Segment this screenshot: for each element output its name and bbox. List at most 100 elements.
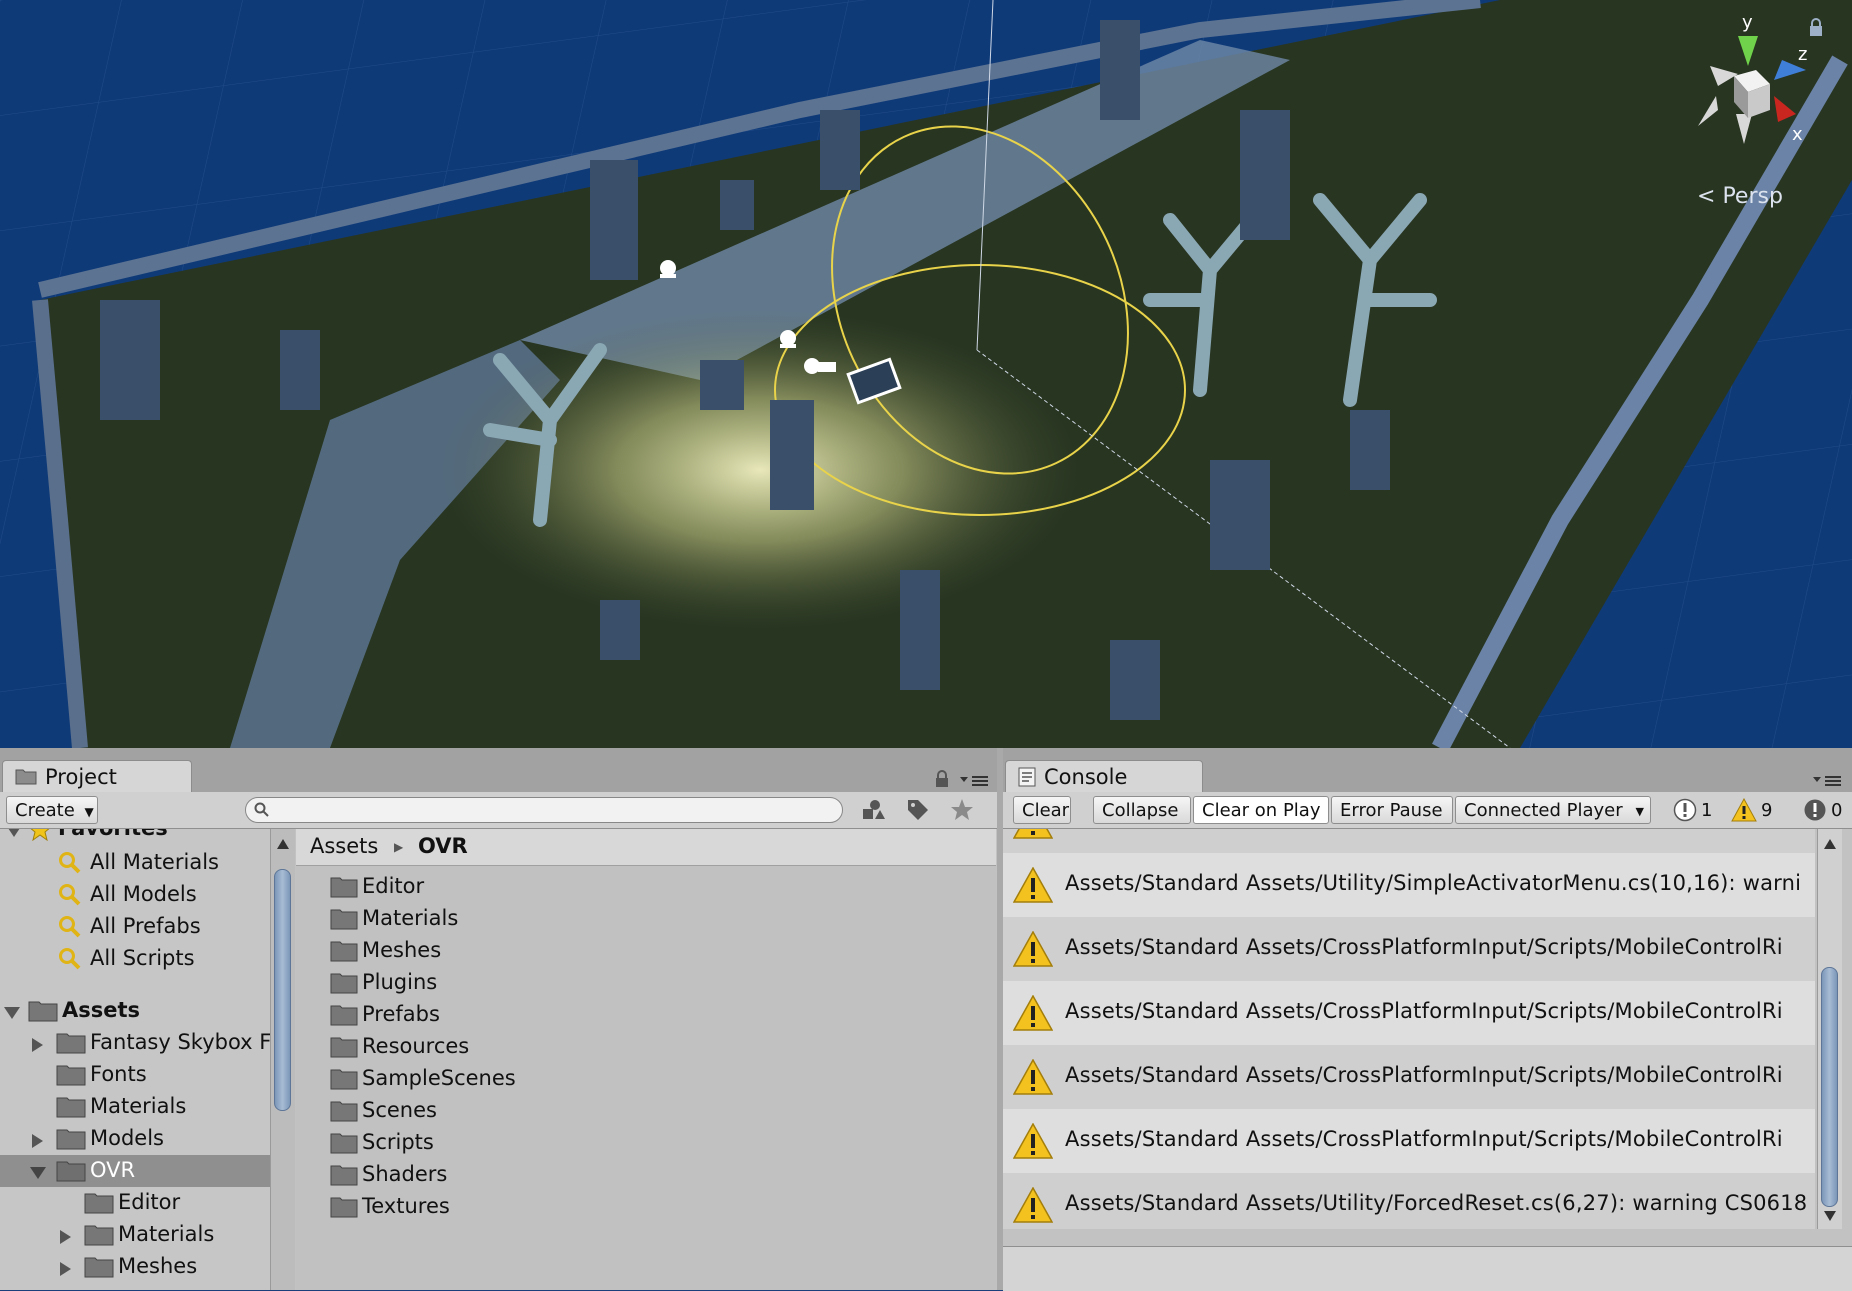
panel-menu-icon[interactable] bbox=[1813, 774, 1843, 788]
tree-item-materials[interactable]: Materials bbox=[0, 1091, 270, 1123]
chevron-down-icon[interactable] bbox=[4, 1007, 20, 1019]
chevron-down-icon[interactable] bbox=[30, 1167, 46, 1179]
chevron-right-icon[interactable] bbox=[60, 1230, 71, 1244]
favorite-item[interactable]: All Scripts bbox=[0, 943, 270, 975]
neg-y-axis-cone[interactable] bbox=[1736, 114, 1752, 144]
star-icon bbox=[30, 829, 50, 841]
lock-icon[interactable] bbox=[934, 770, 950, 788]
search-input[interactable] bbox=[274, 800, 833, 822]
collapse-button[interactable]: Collapse bbox=[1093, 796, 1191, 824]
tab-console-label: Console bbox=[1044, 765, 1128, 789]
neg-z-axis-cone[interactable] bbox=[1710, 66, 1738, 86]
tree-scrollbar[interactable] bbox=[270, 829, 295, 1290]
tree-item-assets[interactable]: Assets bbox=[0, 995, 270, 1027]
tree-item-label: Assets bbox=[62, 998, 141, 1022]
tree-item-ovr-materials[interactable]: Materials bbox=[0, 1219, 270, 1251]
warning-count-toggle[interactable]: 9 bbox=[1731, 796, 1772, 824]
folder-icon bbox=[56, 1097, 86, 1118]
log-entry-partial[interactable] bbox=[1003, 829, 1815, 853]
info-icon bbox=[1673, 798, 1697, 822]
chevron-left-icon: < bbox=[1697, 184, 1716, 209]
folder-icon bbox=[330, 1165, 358, 1186]
warning-icon bbox=[1013, 829, 1053, 839]
tree-item-label: Materials bbox=[118, 1222, 215, 1246]
info-count-toggle[interactable]: 1 bbox=[1673, 796, 1712, 824]
log-entry[interactable]: Assets/Standard Assets/CrossPlatformInpu… bbox=[1003, 917, 1815, 981]
filter-by-type-button[interactable] bbox=[856, 794, 892, 826]
folder-icon bbox=[56, 1161, 86, 1182]
scroll-up-icon[interactable] bbox=[1824, 839, 1836, 849]
tree-item-ovr[interactable]: OVR bbox=[0, 1155, 270, 1187]
folder-icon bbox=[330, 1005, 358, 1026]
scene-viewport[interactable] bbox=[0, 0, 1852, 748]
tag-icon bbox=[908, 800, 928, 820]
lock-icon[interactable] bbox=[1808, 18, 1824, 36]
log-entry[interactable]: Assets/Standard Assets/Utility/SimpleAct… bbox=[1003, 853, 1815, 917]
folder-icon bbox=[56, 1033, 86, 1054]
console-detail-area[interactable] bbox=[1003, 1246, 1852, 1291]
tree-scrollbar-thumb[interactable] bbox=[274, 869, 291, 1111]
create-button[interactable]: Create ▼ bbox=[6, 796, 98, 824]
breadcrumb-separator-icon: ▶ bbox=[394, 840, 404, 854]
project-search[interactable] bbox=[245, 797, 843, 823]
favorite-item[interactable]: All Models bbox=[0, 879, 270, 911]
favorite-item[interactable]: All Prefabs bbox=[0, 911, 270, 943]
tree-item-models[interactable]: Models bbox=[0, 1123, 270, 1155]
neg-x-axis-cone[interactable] bbox=[1698, 96, 1718, 126]
console-scrollbar-thumb[interactable] bbox=[1821, 967, 1838, 1207]
chevron-right-icon[interactable] bbox=[60, 1262, 71, 1276]
panel-menu-icon[interactable] bbox=[960, 774, 990, 788]
scroll-down-icon[interactable] bbox=[1824, 1211, 1836, 1221]
projection-toggle[interactable]: < Persp bbox=[1697, 184, 1783, 209]
chevron-right-icon[interactable] bbox=[32, 1038, 43, 1052]
tree-item-label: Fantasy Skybox F bbox=[90, 1030, 270, 1054]
star-icon bbox=[951, 799, 973, 820]
connected-player-dropdown[interactable]: Connected Player ▼ bbox=[1455, 796, 1651, 824]
clear-button[interactable]: Clear bbox=[1013, 796, 1071, 824]
scene-view[interactable]: y z x < Persp bbox=[0, 0, 1852, 748]
warning-icon bbox=[1013, 931, 1053, 967]
folder-label: Scenes bbox=[362, 1098, 437, 1122]
tree-item-fonts[interactable]: Fonts bbox=[0, 1059, 270, 1091]
folder-icon bbox=[330, 1133, 358, 1154]
log-entry[interactable]: Assets/Standard Assets/CrossPlatformInpu… bbox=[1003, 1045, 1815, 1109]
tree-item-label: Materials bbox=[90, 1094, 187, 1118]
log-entry[interactable]: Assets/Standard Assets/CrossPlatformInpu… bbox=[1003, 981, 1815, 1045]
folder-label: Textures bbox=[362, 1194, 450, 1218]
project-tree[interactable]: Favorites All Materials All Models All P… bbox=[0, 829, 270, 1290]
error-count-toggle[interactable]: 0 bbox=[1803, 796, 1842, 824]
folder-contents[interactable]: Assets ▶ OVR Editor Materials Meshes Plu… bbox=[296, 829, 996, 1290]
warning-icon bbox=[1013, 1123, 1053, 1159]
x-axis-cone[interactable] bbox=[1774, 96, 1796, 122]
clear-on-play-toggle[interactable]: Clear on Play bbox=[1193, 796, 1329, 824]
orientation-gizmo[interactable]: y z x bbox=[1678, 14, 1818, 154]
filter-by-label-button[interactable] bbox=[900, 794, 936, 826]
chevron-right-icon[interactable] bbox=[32, 1134, 43, 1148]
breadcrumb-root[interactable]: Assets bbox=[310, 834, 378, 858]
log-entry[interactable]: Assets/Standard Assets/Utility/ForcedRes… bbox=[1003, 1173, 1815, 1229]
collapse-label: Collapse bbox=[1102, 800, 1179, 821]
scroll-up-icon[interactable] bbox=[277, 839, 289, 849]
folder-icon bbox=[330, 1037, 358, 1058]
tab-console[interactable]: Console bbox=[1005, 760, 1203, 792]
console-log-list[interactable]: Assets/Standard Assets/Utility/SimpleAct… bbox=[1003, 829, 1815, 1229]
warning-icon bbox=[1013, 1059, 1053, 1095]
favorite-item[interactable]: All Materials bbox=[0, 847, 270, 879]
folder-icon bbox=[56, 1129, 86, 1150]
tree-item-fantasy-skybox[interactable]: Fantasy Skybox F bbox=[0, 1027, 270, 1059]
dropdown-arrow-icon: ▼ bbox=[1635, 805, 1644, 818]
tab-project[interactable]: Project bbox=[2, 760, 192, 792]
tree-item-meshes[interactable]: Meshes bbox=[0, 1251, 270, 1283]
error-pause-label: Error Pause bbox=[1340, 800, 1443, 821]
tree-item-label: Meshes bbox=[118, 1254, 198, 1278]
console-icon bbox=[1018, 767, 1036, 787]
console-panel: Console Clear Collapse Clear on Play Err… bbox=[1003, 748, 1852, 1291]
y-axis-cone[interactable] bbox=[1738, 36, 1758, 66]
save-search-button[interactable] bbox=[944, 794, 980, 826]
console-scrollbar[interactable] bbox=[1817, 829, 1842, 1229]
log-entry[interactable]: Assets/Standard Assets/CrossPlatformInpu… bbox=[1003, 1109, 1815, 1173]
favorites-header[interactable]: Favorites bbox=[0, 829, 270, 845]
error-pause-toggle[interactable]: Error Pause bbox=[1331, 796, 1453, 824]
tree-item-editor[interactable]: Editor bbox=[0, 1187, 270, 1219]
chevron-down-icon[interactable] bbox=[6, 829, 22, 837]
